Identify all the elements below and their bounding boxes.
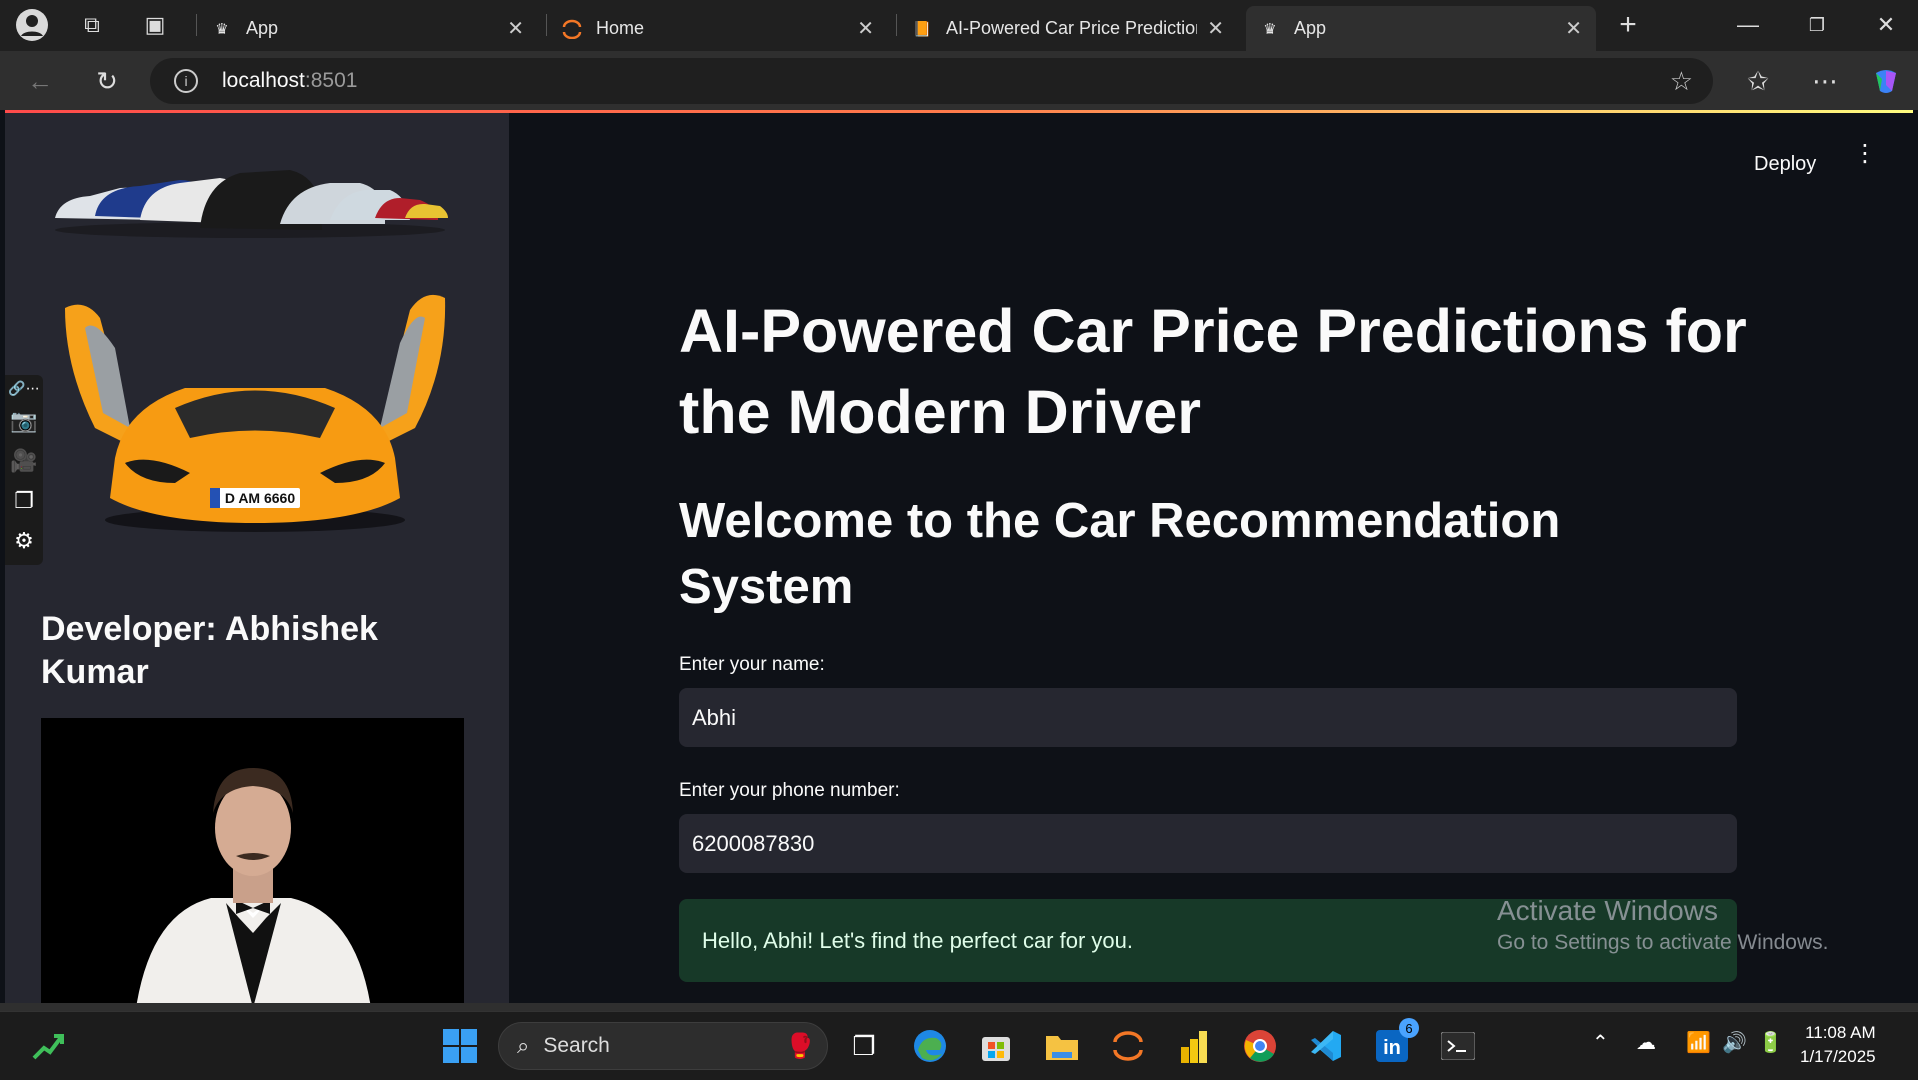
license-plate-text: D AM 6660 xyxy=(225,490,296,506)
info-icon[interactable]: i xyxy=(174,69,198,93)
edge-icon[interactable] xyxy=(908,1024,952,1068)
deploy-button[interactable]: Deploy xyxy=(1754,153,1816,176)
store-icon[interactable] xyxy=(974,1024,1018,1068)
jupyter-taskbar-icon[interactable] xyxy=(1106,1024,1150,1068)
tab-title: App xyxy=(246,18,279,38)
refresh-icon[interactable]: ↻ xyxy=(87,61,127,101)
phone-label: Enter your phone number: xyxy=(679,780,900,801)
tab-home[interactable]: Home ✕ xyxy=(548,6,888,51)
search-icon: ⌕ xyxy=(517,1033,530,1058)
crown-icon: ♛ xyxy=(1263,20,1277,38)
svg-text:in: in xyxy=(1383,1037,1401,1059)
tab-separator xyxy=(896,14,897,36)
minimize-icon[interactable]: — xyxy=(1728,5,1768,45)
wifi-icon[interactable]: 📶 xyxy=(1686,1030,1711,1055)
sidebar: 🔗⋯ 📷 🎥 ❐ ⚙ D AM 6660 Developer: Abhishek… xyxy=(5,113,509,1003)
watermark-title: Activate Windows xyxy=(1497,895,1718,926)
clock-date: 1/17/2025 xyxy=(1800,1047,1876,1066)
name-input[interactable]: Abhi xyxy=(679,688,1737,747)
gear-icon[interactable]: ⚙ xyxy=(5,521,43,561)
browser-bottom-strip xyxy=(0,1003,1918,1011)
tab-separator xyxy=(196,14,197,36)
url-field[interactable]: i localhost:8501 ☆ xyxy=(150,58,1713,104)
tab-title: Home xyxy=(596,18,645,38)
file-explorer-icon[interactable] xyxy=(1040,1024,1084,1068)
close-icon[interactable]: ✕ xyxy=(857,16,874,41)
search-highlight-icon: 🥊 xyxy=(785,1032,815,1060)
windows-icon[interactable]: ❐ xyxy=(5,481,43,521)
close-icon[interactable]: ✕ xyxy=(1565,16,1582,41)
restore-icon[interactable]: ❐ xyxy=(1797,5,1837,45)
workspaces-icon[interactable]: ⧉ xyxy=(72,5,112,45)
search-label: Search xyxy=(543,1034,610,1057)
book-icon: 📙 xyxy=(912,20,932,38)
floating-toolbar: 🔗⋯ 📷 🎥 ❐ ⚙ xyxy=(5,375,43,565)
chrome-icon[interactable] xyxy=(1238,1024,1282,1068)
tab-title: App xyxy=(1294,18,1327,38)
page-subtitle: Welcome to the Car Recommendation System xyxy=(679,494,1561,614)
url-host: localhost xyxy=(222,69,305,92)
crown-icon: ♛ xyxy=(215,20,229,38)
tab-car-price[interactable]: 📙 AI-Powered Car Price Predictions ✕ xyxy=(898,6,1238,51)
phone-input[interactable]: 6200087830 xyxy=(679,814,1737,873)
name-label: Enter your name: xyxy=(679,654,825,675)
watermark-subtitle: Go to Settings to activate Windows. xyxy=(1497,931,1829,954)
link-icon[interactable]: 🔗⋯ xyxy=(5,375,43,401)
taskbar: ⌕ Search 🥊 ❐ in 6 ⌃ ☁ 📶 🔊 🔋 11:08 AM 1/1… xyxy=(0,1011,1918,1080)
main-content: Deploy ⋮ AI-Powered Car Price Prediction… xyxy=(509,113,1913,1003)
tab-app-1[interactable]: ♛ App ✕ xyxy=(198,6,538,51)
browser-tab-bar: ⧉ ▣ ♛ App ✕ Home ✕ 📙 AI-Powered Car Pric… xyxy=(0,0,1918,51)
chevron-up-icon[interactable]: ⌃ xyxy=(1592,1030,1609,1055)
jupyter-icon xyxy=(562,19,582,39)
copilot-icon[interactable] xyxy=(1866,61,1906,101)
tab-app-2[interactable]: ♛ App ✕ xyxy=(1246,6,1596,51)
address-bar-row: ← ↻ i localhost:8501 ☆ ✩ ⋯ xyxy=(0,51,1918,110)
cars-lineup-image xyxy=(50,158,450,243)
stocks-widget-icon[interactable] xyxy=(26,1024,70,1068)
volume-icon[interactable]: 🔊 xyxy=(1722,1030,1747,1055)
new-tab-button[interactable]: + xyxy=(1608,5,1648,45)
developer-heading: Developer: Abhishek Kumar xyxy=(41,610,378,691)
close-icon[interactable]: ✕ xyxy=(507,16,524,41)
main-menu-icon[interactable]: ⋮ xyxy=(1853,142,1877,166)
favorite-star-icon[interactable]: ☆ xyxy=(1670,66,1693,97)
tab-actions-icon[interactable]: ▣ xyxy=(135,5,175,45)
task-view-icon[interactable]: ❐ xyxy=(842,1024,886,1068)
windows-start-icon[interactable] xyxy=(438,1024,482,1068)
vscode-icon[interactable] xyxy=(1304,1024,1348,1068)
tab-title: AI-Powered Car Price Predictions xyxy=(946,18,1198,38)
camera-icon[interactable]: 📷 xyxy=(5,401,43,441)
tab-separator xyxy=(546,14,547,36)
mclaren-car-image: D AM 6660 xyxy=(55,288,455,538)
page-title: AI-Powered Car Price Predictions for the… xyxy=(679,297,1747,446)
onedrive-error-icon[interactable]: ☁ xyxy=(1636,1030,1656,1055)
more-icon[interactable]: ⋯ xyxy=(1805,61,1845,101)
power-bi-icon[interactable] xyxy=(1172,1024,1216,1068)
back-icon[interactable]: ← xyxy=(20,61,60,101)
terminal-icon[interactable] xyxy=(1436,1024,1480,1068)
clock-time: 11:08 AM xyxy=(1805,1023,1876,1042)
activate-windows-watermark: Activate Windows Go to Settings to activ… xyxy=(1497,895,1829,955)
close-icon[interactable]: ✕ xyxy=(1207,16,1224,41)
favorites-icon[interactable]: ✩ xyxy=(1738,61,1778,101)
developer-photo xyxy=(41,718,464,1003)
clock[interactable]: 11:08 AM 1/17/2025 xyxy=(1800,1021,1876,1069)
video-icon[interactable]: 🎥 xyxy=(5,441,43,481)
battery-icon[interactable]: 🔋 xyxy=(1758,1030,1783,1055)
close-window-icon[interactable]: ✕ xyxy=(1866,5,1906,45)
taskbar-search[interactable]: ⌕ Search 🥊 xyxy=(498,1022,828,1070)
profile-icon[interactable] xyxy=(12,5,52,45)
url-port: :8501 xyxy=(304,69,358,92)
linkedin-badge: 6 xyxy=(1399,1018,1419,1038)
